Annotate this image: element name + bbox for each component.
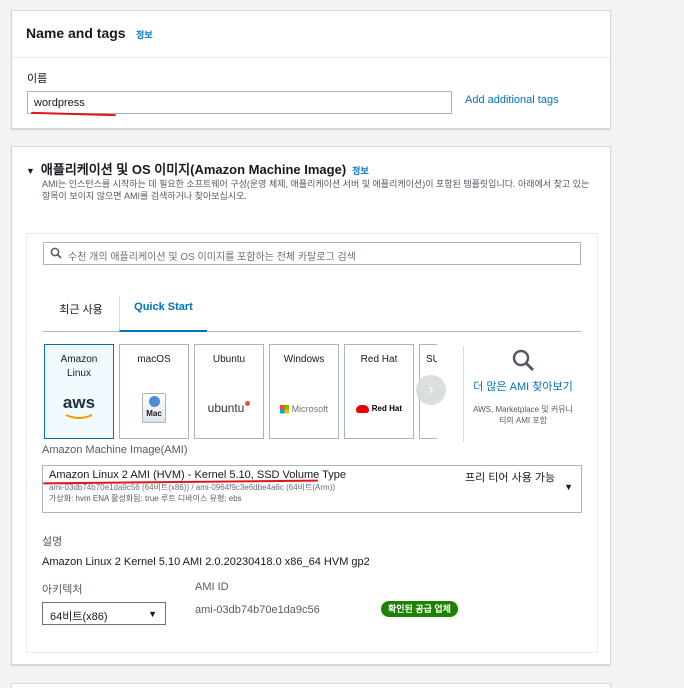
- ami-attributes: 가상화: hvm ENA 활성화됨: true 루트 디바이스 유형: ebs: [49, 494, 242, 503]
- scroll-right-button[interactable]: ›: [416, 375, 446, 405]
- name-label: 이름: [27, 73, 48, 85]
- ami-description: AMI는 인스턴스를 시작하는 데 필요한 소프트웨어 구성(운영 체제, 애플…: [42, 179, 590, 201]
- tab-recent[interactable]: 최근 사용: [43, 296, 119, 332]
- search-placeholder: 수천 개의 애플리케이션 및 OS 이미지를 포함하는 전체 카탈로그 검색: [68, 252, 356, 263]
- microsoft-logo-icon: Microsoft: [270, 402, 338, 417]
- name-tags-info-link[interactable]: 정보: [136, 30, 153, 40]
- tiles-divider: [463, 346, 464, 442]
- architecture-value: 64비트(x86): [50, 611, 108, 623]
- name-and-tags-title: Name and tags: [26, 25, 126, 41]
- architecture-select[interactable]: 64비트(x86) ▼: [42, 602, 166, 625]
- ami-id-value: ami-03db74b70e1da9c56: [195, 604, 320, 616]
- browse-more-subtext: AWS, Marketplace 및 커뮤니티의 AMI 포함: [473, 405, 573, 425]
- tile-name: macOS: [137, 354, 171, 365]
- free-tier-label: 프리 티어 사용 가능: [465, 472, 556, 484]
- tile-ubuntu[interactable]: Ubuntu ubuntu: [194, 344, 264, 439]
- mac-logo-icon: Mac: [120, 393, 188, 423]
- ami-section-title[interactable]: ▼ 애플리케이션 및 OS 이미지(Amazon Machine Image) 정보: [26, 159, 369, 178]
- ami-panel: ▼ 애플리케이션 및 OS 이미지(Amazon Machine Image) 정보…: [11, 146, 611, 665]
- search-icon: [512, 349, 535, 372]
- tile-amazon-linux[interactable]: Amazon Linux aws: [44, 344, 114, 439]
- tile-macos[interactable]: macOS Mac: [119, 344, 189, 439]
- verified-provider-badge: 확인된 공급 업체: [381, 601, 458, 617]
- ami-title-text: 애플리케이션 및 OS 이미지(Amazon Machine Image): [40, 162, 347, 177]
- ami-tabs: 최근 사용 Quick Start: [43, 296, 581, 332]
- dropdown-caret-icon: ▼: [564, 482, 573, 492]
- dropdown-caret-icon: ▼: [148, 609, 157, 619]
- next-panel: [11, 683, 611, 688]
- ubuntu-logo-icon: ubuntu: [195, 401, 263, 417]
- tile-name: SUS: [426, 354, 437, 365]
- aws-logo-icon: aws: [45, 394, 113, 425]
- ami-id-label: AMI ID: [195, 581, 229, 593]
- browse-more-amis-link[interactable]: 더 많은 AMI 찾아보기: [473, 381, 573, 394]
- search-icon: [50, 247, 62, 259]
- name-and-tags-header: Name and tags 정보: [12, 11, 610, 58]
- tile-name: Red Hat: [360, 354, 398, 365]
- browse-more-amis[interactable]: 더 많은 AMI 찾아보기 AWS, Marketplace 및 커뮤니티의 A…: [473, 348, 573, 426]
- ami-search-input[interactable]: 수천 개의 애플리케이션 및 OS 이미지를 포함하는 전체 카탈로그 검색: [43, 242, 581, 265]
- description-value: Amazon Linux 2 Kernel 5.10 AMI 2.0.20230…: [42, 556, 370, 568]
- tile-windows[interactable]: Windows Microsoft: [269, 344, 339, 439]
- add-additional-tags-link[interactable]: Add additional tags: [465, 94, 559, 106]
- collapse-caret-icon[interactable]: ▼: [26, 166, 35, 176]
- description-label: 설명: [42, 536, 63, 548]
- ami-info-link[interactable]: 정보: [352, 166, 369, 176]
- name-and-tags-panel: Name and tags 정보 이름 Add additional tags: [11, 10, 611, 129]
- redhat-logo-icon: Red Hat: [345, 402, 413, 417]
- ami-catalog-container: 수천 개의 애플리케이션 및 OS 이미지를 포함하는 전체 카탈로그 검색 최…: [26, 233, 598, 653]
- architecture-label: 아키텍처: [42, 584, 83, 596]
- tile-name: Windows: [283, 354, 325, 365]
- tab-quick-start[interactable]: Quick Start: [119, 296, 207, 332]
- tile-name: Amazon Linux: [60, 354, 98, 379]
- os-tiles: Amazon Linux aws macOS Mac Ubuntu ubuntu…: [44, 344, 437, 440]
- ami-select-label: Amazon Machine Image(AMI): [42, 444, 188, 456]
- ami-select[interactable]: Amazon Linux 2 AMI (HVM) - Kernel 5.10, …: [42, 465, 582, 513]
- name-input[interactable]: [27, 91, 452, 114]
- chevron-right-icon: ›: [428, 381, 434, 398]
- tile-name: Ubuntu: [212, 354, 246, 365]
- tile-red-hat[interactable]: Red Hat Red Hat: [344, 344, 414, 439]
